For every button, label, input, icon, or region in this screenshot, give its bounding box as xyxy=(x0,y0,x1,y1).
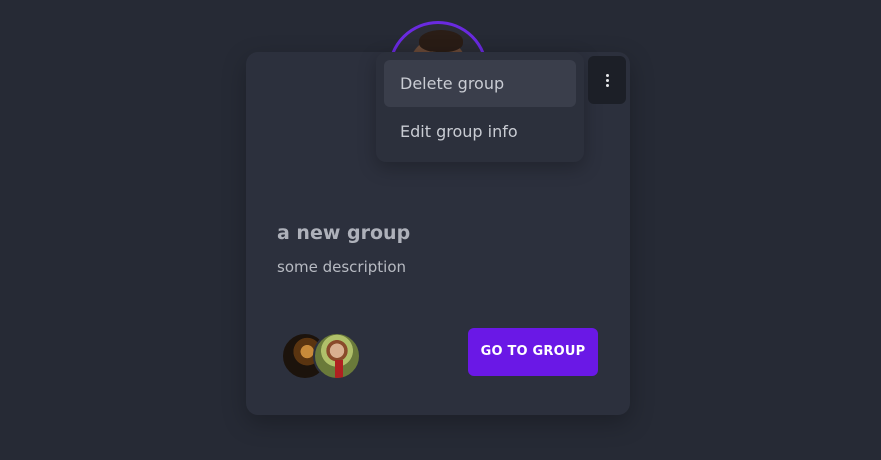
group-options-menu: Delete group Edit group info xyxy=(376,52,584,162)
member-avatar-detail xyxy=(335,360,343,378)
more-vertical-icon xyxy=(605,73,609,87)
menu-item-edit-group-info[interactable]: Edit group info xyxy=(384,108,576,155)
go-to-group-button[interactable]: GO TO GROUP xyxy=(468,328,598,376)
group-options-button[interactable] xyxy=(588,56,626,104)
group-title: a new group xyxy=(277,222,411,244)
group-avatar-hair xyxy=(419,30,463,52)
menu-item-delete-group[interactable]: Delete group xyxy=(384,60,576,107)
stage: Delete group Edit group info a new group… xyxy=(0,0,881,460)
member-avatar xyxy=(313,332,361,380)
group-description: some description xyxy=(277,258,407,276)
